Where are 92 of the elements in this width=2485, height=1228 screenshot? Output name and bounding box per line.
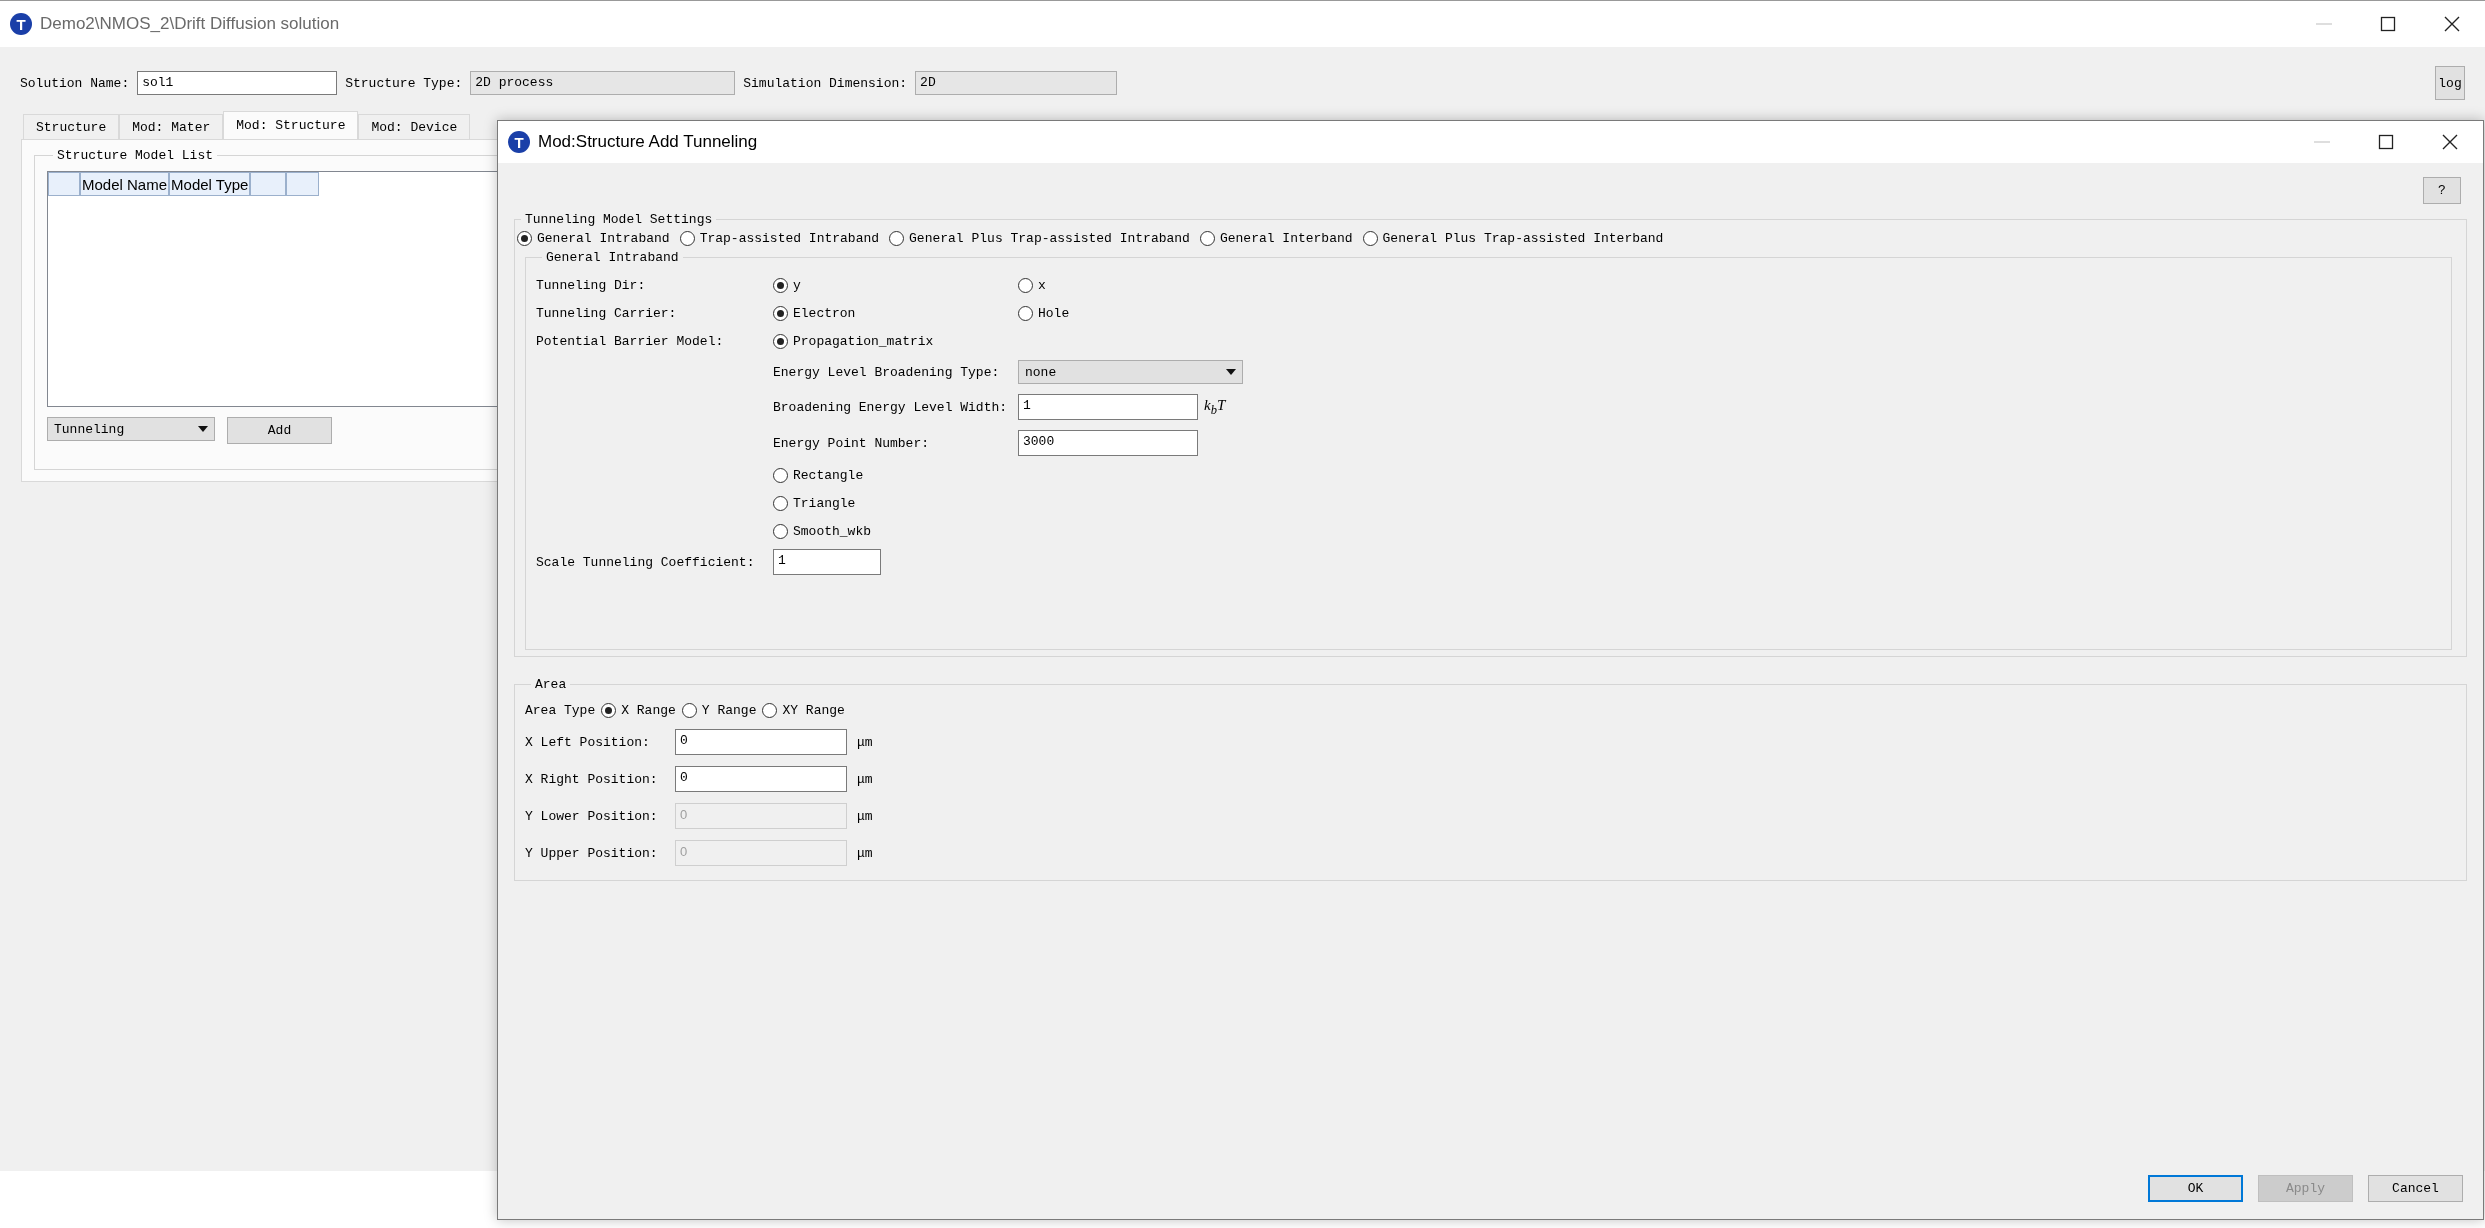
radio-button[interactable]: y (773, 277, 801, 293)
caret-icon (1226, 369, 1236, 375)
group-title: Tunneling Model Settings (524, 212, 714, 227)
radio-button[interactable]: Triangle (773, 495, 856, 511)
field-label: Y Upper Position: (525, 845, 659, 861)
structure-type-field: 2D process (470, 71, 736, 95)
text-field[interactable]: 0 (675, 729, 847, 755)
radio-circle[interactable] (1199, 231, 1215, 246)
radio-circle[interactable] (681, 703, 697, 718)
tab[interactable]: Mod: Mater (119, 114, 224, 139)
radio-circle[interactable] (601, 703, 617, 718)
radio-circle[interactable] (1018, 305, 1033, 321)
radio-button[interactable]: General Interband (1199, 231, 1353, 246)
text-field: 0 (675, 840, 847, 866)
radio-circle[interactable] (679, 231, 695, 246)
tab[interactable]: Mod: Device (358, 114, 471, 139)
radio-button[interactable]: x (1018, 277, 1046, 293)
text-field[interactable]: 1 (773, 549, 881, 575)
radio-button[interactable]: Rectangle (773, 467, 864, 483)
radio-circle[interactable] (773, 333, 788, 349)
window-title: Demo2\NMOS_2\Drift Diffusion solution (40, 14, 340, 34)
field-label: Potential Barrier Model: (536, 333, 725, 349)
caret-icon (198, 426, 208, 432)
dropdown[interactable]: none (1018, 360, 1243, 384)
radio-button[interactable]: General Plus Trap-assisted Interband (1362, 231, 1664, 246)
unit-label: k$_{b}$T (1204, 396, 1226, 418)
table-header-cell (286, 172, 320, 196)
app-icon: T (508, 131, 530, 153)
tab[interactable]: Mod: Structure (223, 111, 359, 139)
field-label: Broadening Energy Level Width: (773, 399, 1009, 415)
table-header-cell (250, 172, 287, 196)
text-field[interactable]: 3000 (1018, 430, 1198, 456)
radio-button[interactable]: Y Range (681, 703, 757, 718)
field-label: Tunneling Carrier: (536, 305, 678, 321)
group-title: General Intraband (545, 250, 680, 265)
group-title: Area (534, 677, 568, 692)
radio-button[interactable]: Electron (773, 305, 856, 321)
dialog-button[interactable]: OK (2148, 1175, 2243, 1202)
model-dropdown[interactable]: Tunneling (47, 417, 215, 441)
radio-button[interactable]: Hole (1018, 305, 1070, 321)
unit-label: μm (857, 845, 874, 861)
dialog-title: Mod:Structure Add Tunneling (538, 132, 758, 152)
radio-circle[interactable] (762, 703, 778, 718)
radio-button[interactable]: General Plus Trap-assisted Intraband (889, 231, 1190, 246)
tab[interactable]: Structure (23, 114, 120, 139)
field-label: Energy Level Broadening Type: (773, 364, 1001, 380)
help-button[interactable]: ? (2423, 177, 2461, 204)
field-label: X Right Position: (525, 771, 659, 787)
field-label: Scale Tunneling Coefficient: (536, 554, 756, 570)
field-label: Solution Name: (20, 75, 130, 91)
radio-circle[interactable] (1018, 277, 1033, 293)
radio-circle[interactable] (773, 523, 788, 539)
text-field: 0 (675, 803, 847, 829)
close-icon[interactable] (2441, 133, 2459, 151)
table-header-cell: Model Name (80, 172, 170, 196)
unit-label: μm (857, 734, 874, 750)
radio-circle[interactable] (773, 305, 788, 321)
table-header-cell (48, 172, 80, 196)
close-icon[interactable] (2443, 15, 2461, 33)
dialog-button[interactable]: Cancel (2368, 1175, 2463, 1202)
radio-circle[interactable] (1362, 231, 1378, 246)
table-header-cell: Model Type (169, 172, 251, 196)
radio-button[interactable]: Propagation_matrix (773, 333, 934, 349)
text-field[interactable]: 1 (1018, 394, 1198, 420)
text-field[interactable]: 0 (675, 766, 847, 792)
add-button[interactable]: Add (227, 417, 332, 444)
radio-circle[interactable] (517, 231, 532, 246)
solution-name-field[interactable]: sol1 (137, 71, 338, 95)
log-button[interactable]: log (2435, 66, 2465, 100)
field-label: Structure Type: (345, 75, 463, 91)
unit-label: μm (857, 808, 874, 824)
field-label: Y Lower Position: (525, 808, 659, 824)
radio-button[interactable]: X Range (601, 703, 676, 718)
maximize-icon[interactable] (2377, 133, 2395, 151)
unit-label: μm (857, 771, 874, 787)
radio-circle[interactable] (773, 277, 788, 293)
field-label: Tunneling Dir: (536, 277, 647, 293)
radio-circle[interactable] (889, 231, 905, 246)
field-label: X Left Position: (525, 734, 651, 750)
app-icon: T (10, 13, 32, 35)
field-label: Energy Point Number: (773, 435, 931, 451)
radio-button[interactable]: Smooth_wkb (773, 523, 871, 539)
simulation-dimension-field: 2D (915, 71, 1118, 95)
radio-button[interactable]: General Intraband (517, 231, 670, 246)
radio-circle[interactable] (773, 467, 788, 483)
radio-circle[interactable] (773, 495, 788, 511)
field-label: Area Type (525, 703, 596, 718)
maximize-icon[interactable] (2379, 15, 2397, 33)
radio-button[interactable]: XY Range (762, 703, 845, 718)
group-title: Structure Model List (56, 148, 215, 163)
radio-button[interactable]: Trap-assisted Intraband (679, 231, 880, 246)
field-label: Simulation Dimension: (743, 75, 908, 91)
